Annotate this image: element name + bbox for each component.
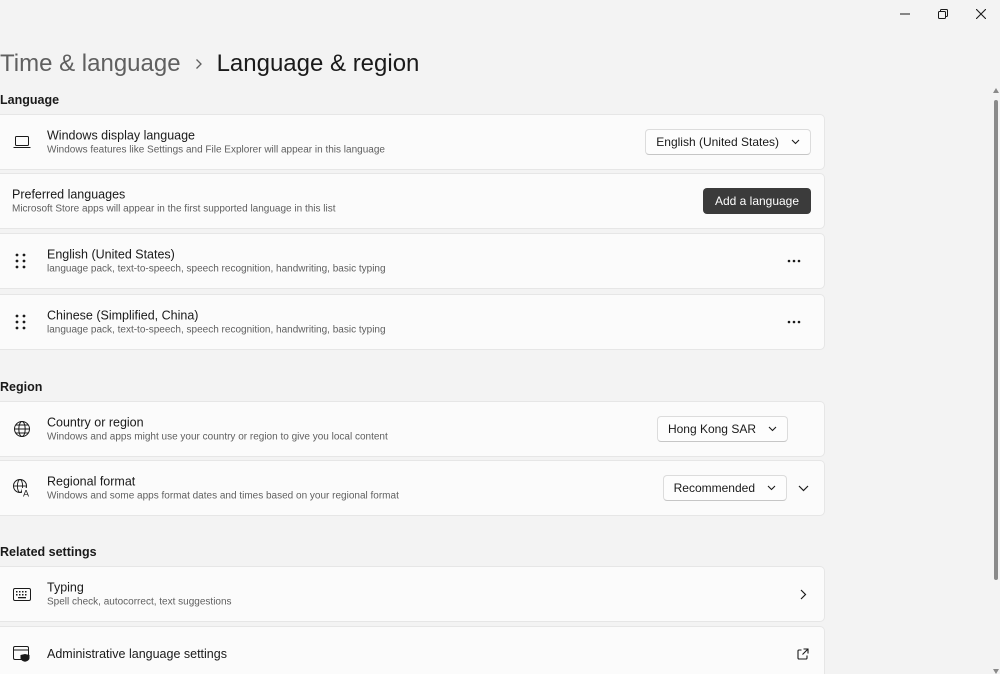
- country-region-dropdown[interactable]: Hong Kong SAR: [656, 416, 788, 442]
- globe-icon: [12, 419, 32, 439]
- restore-icon: [938, 9, 948, 19]
- typing-card[interactable]: Typing Spell check, autocorrect, text su…: [0, 566, 825, 622]
- chevron-down-icon: [767, 485, 776, 491]
- typing-subtitle: Spell check, autocorrect, text suggestio…: [47, 596, 232, 608]
- admin-language-title: Administrative language settings: [47, 647, 227, 661]
- language-features: language pack, text-to-speech, speech re…: [47, 324, 386, 336]
- scroll-down-arrow[interactable]: [993, 669, 999, 674]
- breadcrumb-parent-link[interactable]: Time & language: [0, 50, 181, 78]
- drag-handle-icon[interactable]: [15, 314, 27, 330]
- language-item-chinese[interactable]: Chinese (Simplified, China) language pac…: [0, 294, 825, 350]
- preferred-languages-card: Preferred languages Microsoft Store apps…: [0, 173, 825, 229]
- regional-format-card[interactable]: A Regional format Windows and some apps …: [0, 460, 825, 516]
- preferred-languages-subtitle: Microsoft Store apps will appear in the …: [12, 203, 336, 215]
- display-language-dropdown[interactable]: English (United States): [645, 129, 811, 155]
- section-title-language: Language: [0, 93, 60, 107]
- keyboard-icon: [12, 584, 32, 604]
- language-name: Chinese (Simplified, China): [47, 308, 199, 323]
- display-language-subtitle: Windows features like Settings and File …: [47, 144, 385, 156]
- display-language-value: English (United States): [656, 135, 779, 149]
- chevron-down-icon: [768, 426, 777, 432]
- country-region-title: Country or region: [47, 415, 144, 430]
- country-region-card: Country or region Windows and apps might…: [0, 401, 825, 457]
- restore-button[interactable]: [924, 0, 962, 28]
- breadcrumb: Time & language Language & region: [0, 44, 419, 84]
- section-title-related: Related settings: [0, 545, 97, 559]
- minimize-icon: [900, 13, 910, 15]
- regional-format-title: Regional format: [47, 474, 136, 489]
- scroll-thumb[interactable]: [994, 100, 998, 580]
- scrollbar[interactable]: [992, 88, 1000, 674]
- language-name: English (United States): [47, 247, 175, 262]
- display-language-card: Windows display language Windows feature…: [0, 114, 825, 170]
- minimize-button[interactable]: [886, 0, 924, 28]
- more-options-icon[interactable]: [786, 319, 802, 325]
- regional-format-dropdown[interactable]: Recommended: [662, 475, 787, 501]
- expand-chevron-icon[interactable]: [796, 481, 810, 495]
- display-language-title: Windows display language: [47, 128, 196, 143]
- regional-format-value: Recommended: [673, 481, 755, 495]
- language-features: language pack, text-to-speech, speech re…: [47, 263, 386, 275]
- external-link-icon: [796, 647, 810, 661]
- chevron-right-icon: [181, 58, 217, 70]
- admin-language-card[interactable]: Administrative language settings: [0, 626, 825, 674]
- close-icon: [976, 9, 986, 19]
- drag-handle-icon[interactable]: [15, 253, 27, 269]
- section-title-region: Region: [0, 380, 43, 394]
- chevron-right-icon: [796, 587, 810, 601]
- laptop-icon: [12, 132, 32, 152]
- close-button[interactable]: [962, 0, 1000, 28]
- country-region-value: Hong Kong SAR: [667, 422, 756, 436]
- country-region-subtitle: Windows and apps might use your country …: [47, 431, 388, 443]
- preferred-languages-title: Preferred languages: [12, 187, 126, 202]
- regional-format-subtitle: Windows and some apps format dates and t…: [47, 490, 399, 502]
- more-options-icon[interactable]: [786, 258, 802, 264]
- scroll-up-arrow[interactable]: [993, 88, 999, 93]
- window-controls: [886, 0, 1000, 28]
- chevron-down-icon: [791, 139, 800, 145]
- add-language-button[interactable]: Add a language: [703, 188, 811, 214]
- regional-format-icon: A: [12, 478, 32, 498]
- svg-text:A: A: [23, 489, 29, 499]
- page-title: Language & region: [216, 50, 420, 77]
- admin-settings-icon: [12, 644, 32, 664]
- language-item-english[interactable]: English (United States) language pack, t…: [0, 233, 825, 289]
- typing-title: Typing: [47, 580, 84, 595]
